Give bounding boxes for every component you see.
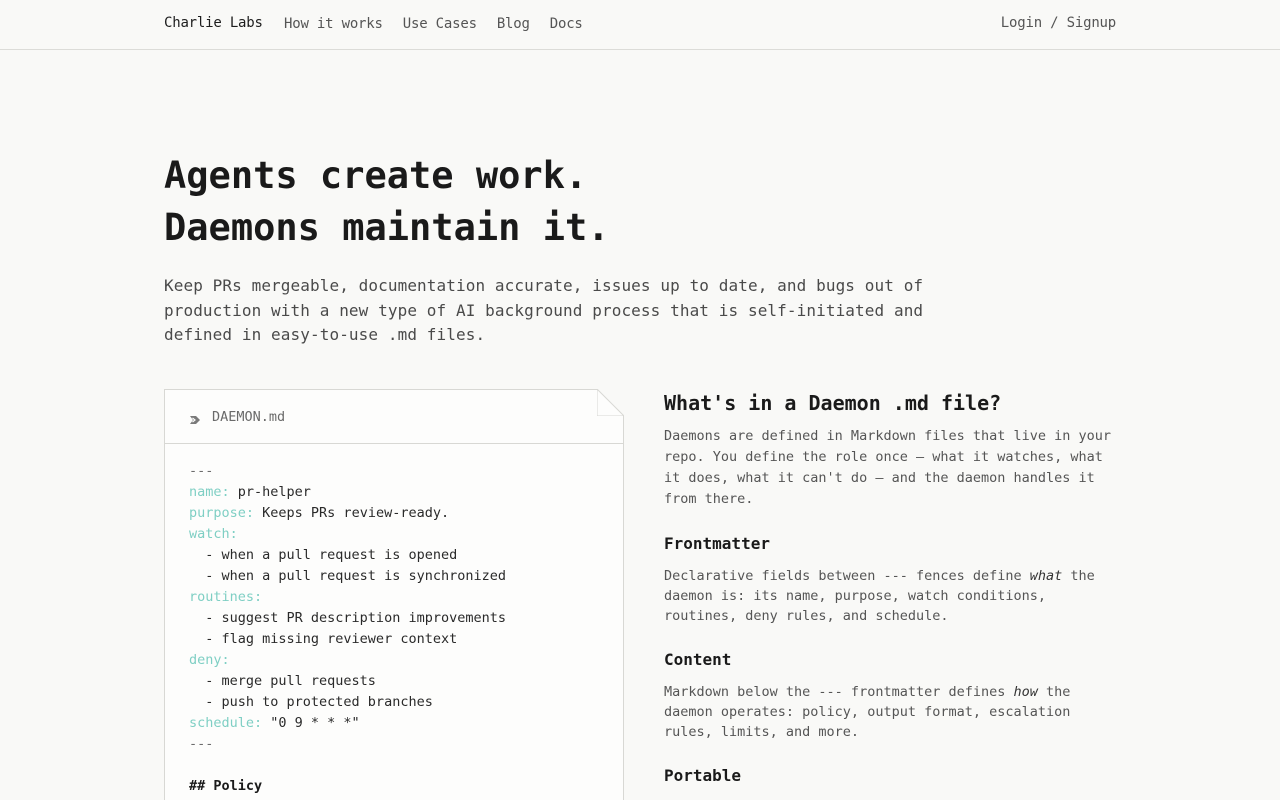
code-line: --- xyxy=(189,734,599,755)
code-line: --- xyxy=(189,461,599,482)
code-line xyxy=(189,755,599,776)
hero-title-line-2: Daemons maintain it. xyxy=(164,206,610,249)
login-signup-link[interactable]: Login / Signup xyxy=(1001,15,1116,31)
hero-subtitle: Keep PRs mergeable, documentation accura… xyxy=(164,276,924,344)
text-segment: Declarative fields between --- fences de… xyxy=(664,568,1030,584)
code-key: watch: xyxy=(189,526,238,542)
top-nav: Charlie Labs How it works Use Cases Blog… xyxy=(0,0,1280,50)
code-line: - push to protected branches xyxy=(189,692,599,713)
code-key: purpose: xyxy=(189,505,255,521)
page-fold-corner xyxy=(597,389,624,416)
code-key: schedule: xyxy=(189,715,263,731)
daemon-icon xyxy=(189,411,201,424)
code-line: schedule: "0 9 * * *" xyxy=(189,713,599,734)
code-value: - push to protected branches xyxy=(189,694,433,710)
code-value: Keeps PRs review-ready. xyxy=(254,505,450,521)
code-value: --- xyxy=(189,736,214,752)
code-line: ## Policy xyxy=(189,776,599,797)
section-body-content: Markdown below the --- frontmatter defin… xyxy=(664,682,1116,742)
emphasis: what xyxy=(1029,568,1063,584)
hero-title: Agents create work. Daemons maintain it. xyxy=(164,150,610,254)
code-value xyxy=(189,757,197,773)
nav-link-blog[interactable]: Blog xyxy=(497,16,530,32)
code-line: deny: xyxy=(189,650,599,671)
code-line: purpose: Keeps PRs review-ready. xyxy=(189,503,599,524)
file-header: DAEMON.md xyxy=(165,390,623,444)
nav-link-how-it-works[interactable]: How it works xyxy=(284,16,383,32)
explainer-title: What's in a Daemon .md file? xyxy=(664,391,1002,415)
file-name: DAEMON.md xyxy=(212,408,286,425)
code-value: - suggest PR description improvements xyxy=(189,610,506,626)
hero-title-line-1: Agents create work. xyxy=(164,154,588,197)
section-heading-frontmatter: Frontmatter xyxy=(664,534,770,553)
code-line: - suggest PR description improvements xyxy=(189,608,599,629)
code-key: deny: xyxy=(189,652,230,668)
section-body-frontmatter: Declarative fields between --- fences de… xyxy=(664,566,1116,626)
section-heading-content: Content xyxy=(664,650,732,669)
code-value: - when a pull request is opened xyxy=(189,547,458,563)
code-line: - flag missing reviewer context xyxy=(189,629,599,650)
code-value: ## Policy xyxy=(189,778,263,794)
code-line: name: pr-helper xyxy=(189,482,599,503)
nav-link-docs[interactable]: Docs xyxy=(550,16,583,32)
code-block: --- name: pr-helper purpose: Keeps PRs rev… xyxy=(165,444,623,797)
code-line: - when a pull request is synchronized xyxy=(189,566,599,587)
code-line: - when a pull request is opened xyxy=(189,545,599,566)
emphasis: how xyxy=(1013,684,1038,700)
nav-links: How it works Use Cases Blog Docs xyxy=(284,16,583,32)
brand-logo[interactable]: Charlie Labs xyxy=(164,15,263,31)
explainer-intro: Daemons are defined in Markdown files th… xyxy=(664,428,1112,507)
section-heading-portable: Portable xyxy=(664,766,742,785)
code-value: pr-helper xyxy=(229,484,311,500)
code-line: watch: xyxy=(189,524,599,545)
code-line: - merge pull requests xyxy=(189,671,599,692)
code-value: - when a pull request is synchronized xyxy=(189,568,506,584)
code-value: - merge pull requests xyxy=(189,673,376,689)
code-line: routines: xyxy=(189,587,599,608)
explainer-section: What's in a Daemon .md file? Daemons are… xyxy=(664,390,1116,786)
text-segment: Markdown below the --- frontmatter defin… xyxy=(664,684,1014,700)
code-key: name: xyxy=(189,484,230,500)
code-key: routines: xyxy=(189,589,263,605)
code-value: - flag missing reviewer context xyxy=(189,631,458,647)
code-value: "0 9 * * *" xyxy=(262,715,360,731)
nav-link-use-cases[interactable]: Use Cases xyxy=(403,16,477,32)
code-value: --- xyxy=(189,463,214,479)
daemon-file-card: DAEMON.md --- name: pr-helper purpose: Kee… xyxy=(164,389,624,800)
